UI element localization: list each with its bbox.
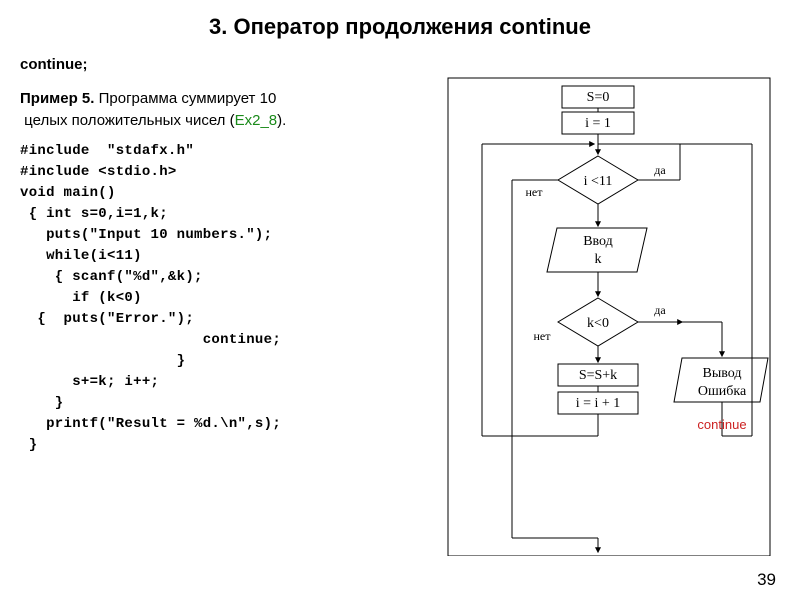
- code-l13: }: [20, 395, 64, 411]
- example-ref: Ex2_8: [235, 112, 278, 129]
- flow-init2: i = 1: [585, 116, 611, 131]
- continue-statement: continue;: [20, 54, 420, 76]
- code-l6: while(i<11): [20, 248, 142, 264]
- code-l11: }: [20, 353, 185, 369]
- flow-input2: k: [595, 252, 602, 267]
- example-t2: целых положительных чисел (: [24, 112, 234, 129]
- code-l1: #include "stdafx.h": [20, 143, 194, 159]
- left-column: continue; Пример 5. Программа суммирует …: [20, 54, 420, 456]
- flow-cond1: i <11: [584, 174, 613, 189]
- example-caption: Пример 5. Программа суммирует 10 целых п…: [20, 88, 420, 132]
- flow-init1: S=0: [587, 90, 610, 105]
- code-l15: }: [20, 437, 37, 453]
- slide-title: 3. Оператор продолжения continue: [0, 0, 800, 48]
- flow-cond1-no: нет: [526, 185, 544, 199]
- page-number: 39: [757, 570, 776, 590]
- code-l3: void main(): [20, 185, 116, 201]
- code-l9: { puts("Error.");: [20, 311, 194, 327]
- flowchart: S=0 i = 1 i <11 да нет Ввод k k<0: [442, 76, 778, 556]
- flow-cond2-yes: да: [654, 303, 666, 317]
- example-t3: ).: [277, 112, 286, 129]
- example-t1: Программа суммирует 10: [94, 90, 276, 107]
- flow-cond2-no: нет: [534, 329, 552, 343]
- code-l4: { int s=0,i=1,k;: [20, 206, 168, 222]
- code-l12: s+=k; i++;: [20, 374, 159, 390]
- flow-continue-label: continue: [697, 417, 746, 432]
- flow-err2: Ошибка: [698, 384, 747, 399]
- flow-sum: S=S+k: [579, 368, 617, 383]
- flow-cond2: k<0: [587, 316, 609, 331]
- flow-input: Ввод: [583, 234, 613, 249]
- flow-cond1-yes: да: [654, 163, 666, 177]
- code-l8: if (k<0): [20, 290, 142, 306]
- code-l7: { scanf("%d",&k);: [20, 269, 203, 285]
- example-label: Пример 5.: [20, 90, 94, 107]
- flow-inc: i = i + 1: [576, 396, 621, 411]
- code-l10: continue;: [20, 332, 281, 348]
- code-l14: printf("Result = %d.\n",s);: [20, 416, 281, 432]
- code-l5: puts("Input 10 numbers.");: [20, 227, 272, 243]
- code-block: #include "stdafx.h" #include <stdio.h> v…: [20, 141, 420, 456]
- flow-err1: Вывод: [703, 366, 742, 381]
- code-l2: #include <stdio.h>: [20, 164, 177, 180]
